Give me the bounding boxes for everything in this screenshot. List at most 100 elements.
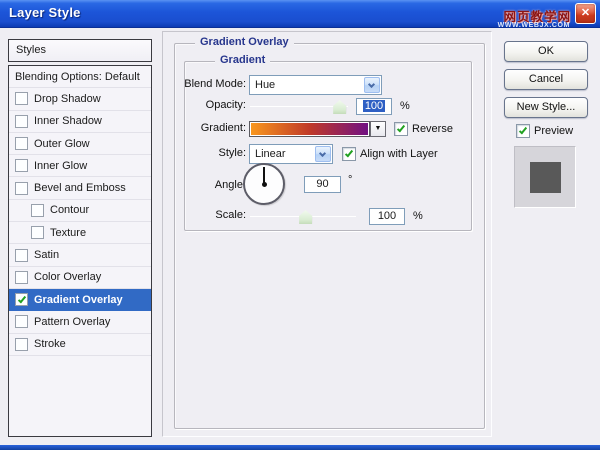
sidebar-item-pattern-overlay[interactable]: Pattern Overlay [9,311,151,333]
inner-glow-checkbox[interactable] [15,159,28,172]
reverse-checkbox[interactable] [394,122,408,136]
drop-shadow-checkbox[interactable] [15,92,28,105]
styles-list: Blending Options: Default Drop Shadow Inne… [8,65,152,437]
pattern-overlay-checkbox[interactable] [15,315,28,328]
color-overlay-checkbox[interactable] [15,271,28,284]
cancel-button-label: Cancel [529,73,563,85]
scale-slider[interactable] [250,208,356,225]
check-icon [397,124,405,133]
sidebar-item-label: Contour [50,204,89,216]
texture-checkbox[interactable] [31,226,44,239]
scale-slider-thumb[interactable] [299,210,312,224]
preview-thumbnail-fill [530,162,561,193]
inner-shadow-checkbox[interactable] [15,115,28,128]
gradient-overlay-legend: Gradient Overlay [195,36,294,48]
sidebar-item-label: Gradient Overlay [34,294,123,306]
angle-value: 90 [316,178,328,190]
sidebar-item-label: Satin [34,249,59,261]
align-with-layer-label: Align with Layer [360,148,438,160]
contour-checkbox[interactable] [31,204,44,217]
sidebar-item-label: Bevel and Emboss [34,182,126,194]
satin-checkbox[interactable] [15,249,28,262]
sidebar-item-outer-glow[interactable]: Outer Glow [9,133,151,155]
angle-hub-icon [262,182,267,187]
gradient-label: Gradient: [169,122,246,134]
sidebar-item-label: Stroke [34,338,66,350]
style-label: Style: [169,147,246,159]
sidebar-item-label: Blending Options: Default [15,71,140,83]
ok-button-label: OK [538,45,554,57]
check-icon [345,149,353,158]
outer-glow-checkbox[interactable] [15,137,28,150]
angle-unit: ° [348,174,352,186]
check-icon [519,126,527,135]
dialog-body: Styles Blending Options: Default Drop Sha… [0,28,600,450]
chevron-down-icon [368,81,375,88]
opacity-unit: % [400,100,410,112]
opacity-slider-thumb[interactable] [333,100,346,114]
scale-label: Scale: [169,209,246,221]
sidebar-item-gradient-overlay[interactable]: Gradient Overlay [9,289,151,311]
sidebar-item-drop-shadow[interactable]: Drop Shadow [9,88,151,110]
sidebar-item-stroke[interactable]: Stroke [9,334,151,356]
align-with-layer-checkbox[interactable] [342,147,356,161]
angle-dial[interactable] [243,163,285,205]
sidebar-item-label: Color Overlay [34,271,101,283]
angle-label: Angle: [169,179,246,191]
style-dropdown-button[interactable] [315,146,331,162]
sidebar-item-inner-shadow[interactable]: Inner Shadow [9,111,151,133]
gradient-overlay-panel: Gradient Overlay Gradient Blend Mode: Hu… [162,31,492,437]
gradient-overlay-checkbox[interactable] [15,293,28,306]
blend-mode-label: Blend Mode: [169,78,246,90]
scale-unit: % [413,210,423,222]
close-button[interactable]: ✕ [575,3,596,24]
sidebar-item-blending-options-default[interactable]: Blending Options: Default [9,66,151,88]
preview-thumbnail [514,146,576,208]
styles-header: Styles [8,39,152,62]
opacity-label: Opacity: [169,99,246,111]
angle-input[interactable]: 90 [304,176,341,193]
reverse-label: Reverse [412,123,453,135]
watermark-url: WWW.WEBJX.COM [498,22,570,29]
gradient-swatch[interactable] [249,121,370,137]
close-icon: ✕ [581,7,590,19]
sidebar-item-label: Texture [50,227,86,239]
gradient-picker-button[interactable]: ▼ [370,121,386,137]
window-bottom-edge [0,445,600,450]
chevron-down-icon [319,150,326,157]
sidebar-item-bevel-and-emboss[interactable]: Bevel and Emboss [9,177,151,199]
layer-style-dialog: Layer Style 网页教学网 ✕ WWW.WEBJX.COM Styles… [0,0,600,450]
ok-button[interactable]: OK [504,41,588,62]
sidebar-item-satin[interactable]: Satin [9,244,151,266]
gradient-legend: Gradient [215,54,270,66]
preview-checkbox[interactable] [516,124,530,138]
style-value: Linear [255,148,286,160]
sidebar-item-inner-glow[interactable]: Inner Glow [9,155,151,177]
dropdown-arrow-icon: ▼ [375,125,382,132]
sidebar-item-label: Drop Shadow [34,93,101,105]
sidebar-item-label: Inner Glow [34,160,87,172]
opacity-value: 100 [363,100,385,112]
bevel-and-emboss-checkbox[interactable] [15,182,28,195]
styles-header-label: Styles [16,44,46,56]
sidebar-item-label: Pattern Overlay [34,316,110,328]
sidebar-item-texture[interactable]: Texture [9,222,151,244]
scale-input[interactable]: 100 [369,208,405,225]
check-icon [17,294,25,303]
opacity-input[interactable]: 100 [356,98,392,115]
sidebar-item-contour[interactable]: Contour [9,200,151,222]
new-style-button-label: New Style... [517,101,576,113]
blend-mode-dropdown-button[interactable] [364,77,380,93]
scale-value: 100 [378,210,396,222]
new-style-button[interactable]: New Style... [504,97,588,118]
sidebar-item-label: Inner Shadow [34,115,102,127]
blend-mode-value: Hue [255,79,275,91]
sidebar-item-label: Outer Glow [34,138,90,150]
cancel-button[interactable]: Cancel [504,69,588,90]
stroke-checkbox[interactable] [15,338,28,351]
sidebar-item-color-overlay[interactable]: Color Overlay [9,267,151,289]
preview-label: Preview [534,125,573,137]
blend-mode-select[interactable]: Hue [249,75,382,95]
style-select[interactable]: Linear [249,144,333,164]
opacity-slider[interactable] [250,98,348,115]
